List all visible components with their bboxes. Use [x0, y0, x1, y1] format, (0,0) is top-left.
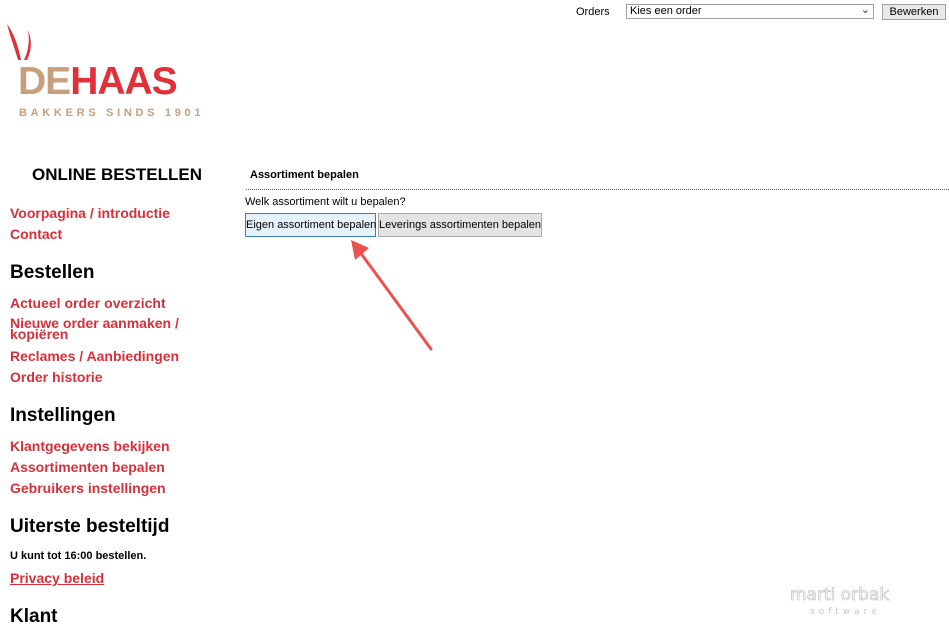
sidebar-link-order-history[interactable]: Order historie	[10, 369, 103, 385]
title-divider	[246, 189, 949, 190]
sidebar-heading-ordering: Bestellen	[10, 262, 95, 283]
sidebar-link-customer-data[interactable]: Klantgegevens bekijken	[10, 438, 170, 454]
edit-button[interactable]: Bewerken	[882, 4, 946, 20]
sidebar-heading-customer: Klant	[10, 606, 58, 627]
order-select-value: Kies een order	[630, 5, 702, 17]
logo-prefix: DE	[18, 60, 71, 103]
sidebar-link-contact[interactable]: Contact	[10, 226, 62, 242]
logo-main: HAAS	[70, 60, 178, 103]
sidebar-link-user-settings[interactable]: Gebruikers instellingen	[10, 480, 166, 496]
watermark-logo: marti orbak software	[790, 585, 890, 617]
watermark-sub: software	[810, 607, 881, 617]
sidebar-heading-settings: Instellingen	[10, 405, 116, 426]
order-select[interactable]: Kies een order ⌄	[626, 4, 874, 19]
logo: DEHAAS BAKKERS SINDS 1901	[4, 22, 204, 122]
watermark-name: marti orbak	[790, 585, 889, 605]
sidebar-link-assortments[interactable]: Assortimenten bepalen	[10, 459, 165, 475]
sidebar-link-home[interactable]: Voorpagina / introductie	[10, 205, 170, 221]
logo-tagline: BAKKERS SINDS 1901	[19, 107, 205, 119]
sidebar-link-privacy[interactable]: Privacy beleid	[10, 570, 104, 586]
annotation-arrow-icon	[351, 240, 433, 351]
own-assortment-button[interactable]: Eigen assortiment bepalen	[245, 213, 376, 237]
page-title: Assortiment bepalen	[250, 169, 359, 181]
orders-label: Orders	[576, 6, 610, 18]
sidebar-link-promotions[interactable]: Reclames / Aanbiedingen	[10, 348, 179, 364]
sidebar-title: ONLINE BESTELLEN	[32, 165, 203, 184]
sidebar-heading-deadline: Uiterste besteltijd	[10, 516, 170, 537]
chevron-down-icon: ⌄	[860, 4, 870, 16]
deadline-note: U kunt tot 16:00 bestellen.	[10, 550, 147, 562]
sidebar-link-new-order[interactable]: Nieuwe order aanmaken / kopiëren	[10, 316, 205, 341]
assortment-question: Welk assortiment wilt u bepalen?	[245, 196, 406, 208]
delivery-assortments-button[interactable]: Leverings assortimenten bepalen	[378, 213, 542, 237]
logo-wordmark: DEHAAS	[18, 60, 178, 103]
sidebar-link-current-orders[interactable]: Actueel order overzicht	[10, 295, 166, 311]
